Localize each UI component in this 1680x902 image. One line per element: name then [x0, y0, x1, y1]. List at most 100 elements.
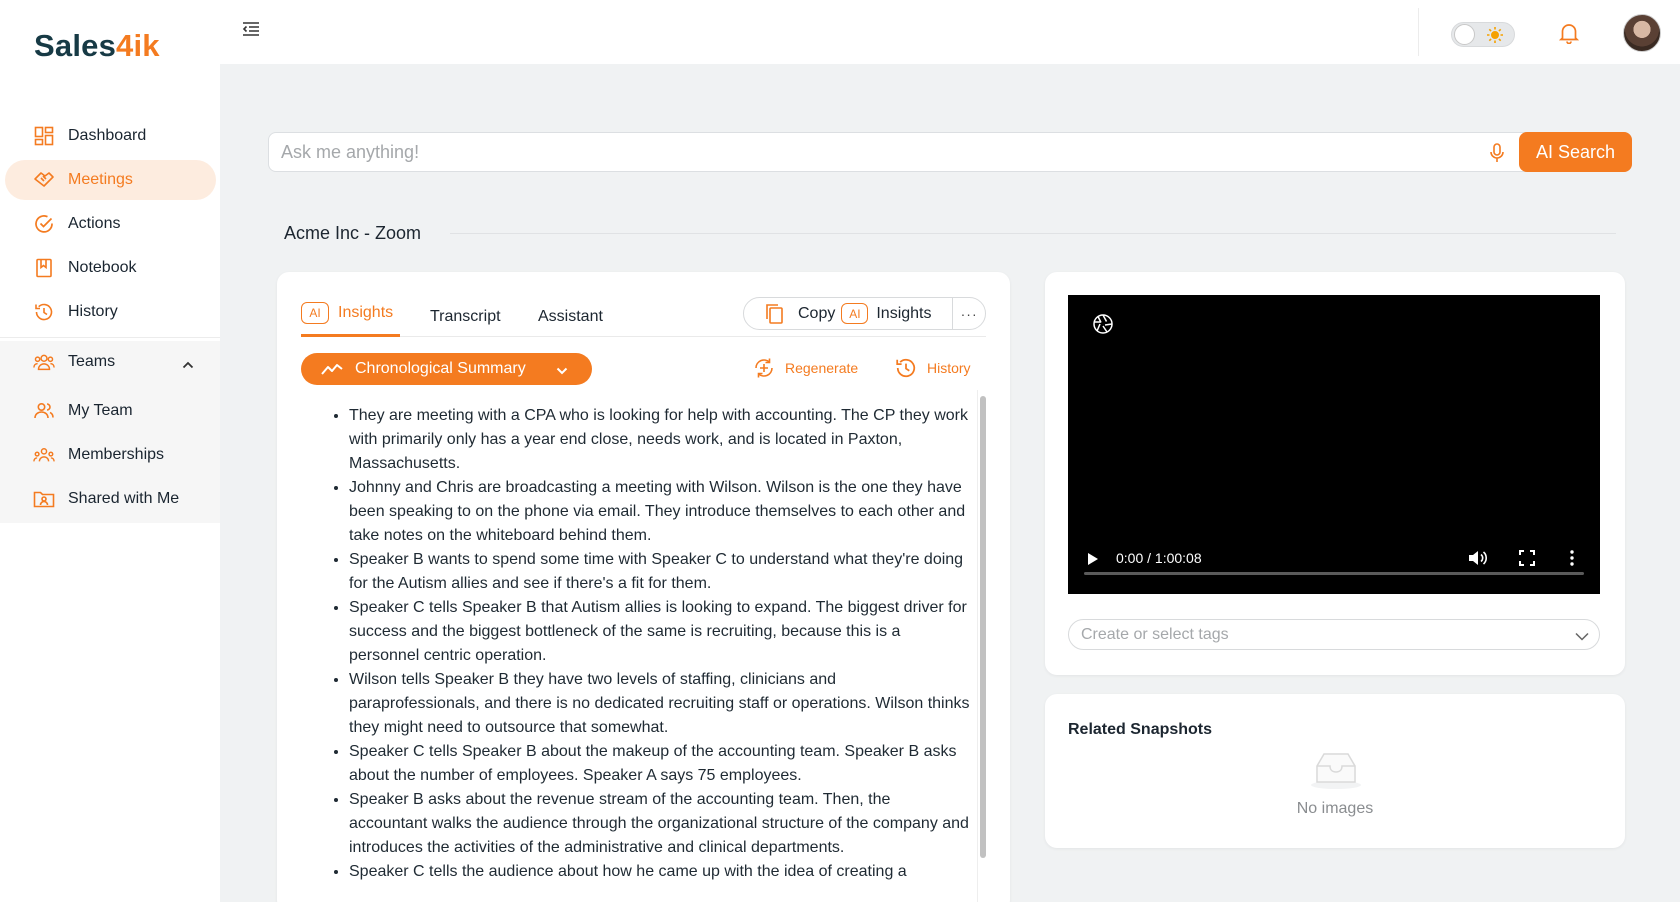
tab-insights[interactable]: AI Insights	[301, 302, 393, 324]
sidebar-divider	[0, 337, 220, 338]
fullscreen-icon[interactable]	[1519, 550, 1535, 571]
shared-folder-icon	[33, 488, 55, 510]
sidebar-item-label: Memberships	[68, 446, 165, 463]
scrollbar[interactable]	[977, 390, 987, 902]
regenerate-label: Regenerate	[785, 360, 859, 376]
ai-badge: AI	[841, 303, 869, 324]
volume-icon[interactable]	[1468, 549, 1488, 572]
sidebar-item-label: My Team	[68, 402, 133, 419]
sun-icon	[1486, 26, 1504, 49]
search-input[interactable]	[281, 133, 1431, 171]
snapshots-title: Related Snapshots	[1068, 721, 1213, 738]
summary-item: Speaker C tells Speaker B about the make…	[349, 740, 971, 788]
topbar-divider	[1418, 8, 1419, 56]
empty-text: No images	[1296, 800, 1374, 817]
logo-text-4ik: 4ik	[116, 28, 160, 63]
video-progress-bar[interactable]	[1084, 572, 1584, 575]
sidebar-item-teams[interactable]: Teams	[5, 342, 216, 382]
sidebar-item-dashboard[interactable]: Dashboard	[5, 116, 216, 156]
video-menu-icon[interactable]	[1570, 550, 1574, 571]
group-icon	[33, 444, 55, 466]
active-tab-indicator	[301, 334, 400, 337]
user-avatar[interactable]	[1623, 14, 1661, 52]
summary-item: They are meeting with a CPA who is looki…	[349, 404, 971, 476]
users-icon	[33, 400, 55, 422]
video-controls: 0:00 / 1:00:08	[1068, 544, 1600, 574]
notebook-icon	[33, 257, 55, 279]
tab-label: Assistant	[538, 308, 603, 325]
sidebar-item-label: Shared with Me	[68, 490, 180, 507]
regenerate-icon	[755, 358, 773, 378]
sidebar-item-label: Meetings	[68, 171, 133, 188]
chevron-down-icon	[1575, 628, 1589, 646]
sidebar-item-history[interactable]: History	[5, 292, 216, 332]
ai-search-bar	[268, 132, 1632, 172]
teams-group: Teams My Team Memberships Shared with Me	[0, 341, 220, 523]
sidebar-item-my-team[interactable]: My Team	[5, 391, 216, 431]
title-divider	[450, 233, 1616, 234]
video-card: 0:00 / 1:00:08 Create or select tags	[1045, 272, 1625, 675]
history-icon	[33, 301, 55, 323]
tags-placeholder: Create or select tags	[1081, 625, 1229, 643]
tab-label: Insights	[338, 304, 394, 321]
sidebar-item-label: Teams	[68, 353, 116, 370]
trend-line-icon	[321, 362, 343, 376]
copy-target-label: Insights	[876, 304, 932, 322]
ai-search-button[interactable]: AI Search	[1519, 132, 1632, 172]
sidebar-item-label: Actions	[68, 215, 121, 232]
play-icon[interactable]	[1087, 552, 1099, 571]
summary-list: They are meeting with a CPA who is looki…	[329, 404, 971, 884]
chevron-down-icon	[556, 362, 568, 380]
summary-type-label: Chronological Summary	[355, 360, 526, 377]
logo-text-sales: Sales	[34, 28, 117, 63]
sidebar-item-notebook[interactable]: Notebook	[5, 248, 216, 288]
more-options-button[interactable]: ···	[953, 298, 985, 329]
summary-item: Speaker C tells the audience about how h…	[349, 860, 971, 884]
sidebar-item-label: Notebook	[68, 259, 137, 276]
tab-label: Transcript	[430, 308, 501, 325]
check-circle-icon	[33, 213, 55, 235]
sidebar-item-label: History	[68, 303, 118, 320]
sidebar: Sales4ik Dashboard Meetings Actions Note…	[0, 0, 220, 902]
toggle-knob	[1454, 24, 1475, 45]
microphone-icon[interactable]	[1490, 143, 1504, 168]
topbar	[220, 0, 1680, 64]
app-logo[interactable]: Sales4ik	[34, 28, 160, 64]
regenerate-button[interactable]: Regenerate	[753, 357, 858, 379]
page-title: Acme Inc - Zoom	[284, 223, 422, 243]
summary-content: They are meeting with a CPA who is looki…	[301, 390, 993, 902]
sidebar-item-label: Dashboard	[68, 127, 147, 144]
summary-item: Wilson tells Speaker B they have two lev…	[349, 668, 971, 740]
insights-card: AI Insights Transcript Assistant Copy AI…	[277, 272, 1010, 902]
theme-toggle[interactable]	[1451, 22, 1515, 47]
summary-item: Johnny and Chris are broadcasting a meet…	[349, 476, 971, 548]
sidebar-item-meetings[interactable]: Meetings	[5, 160, 216, 200]
teams-icon	[33, 351, 55, 373]
tags-select[interactable]: Create or select tags	[1068, 619, 1600, 650]
summary-item: Speaker B wants to spend some time with …	[349, 548, 971, 596]
video-time: 0:00 / 1:00:08	[1116, 550, 1202, 566]
tab-assistant[interactable]: Assistant	[538, 308, 603, 326]
sidebar-item-memberships[interactable]: Memberships	[5, 435, 216, 475]
tab-baseline	[301, 336, 986, 337]
sidebar-item-actions[interactable]: Actions	[5, 204, 216, 244]
sidebar-item-shared-with-me[interactable]: Shared with Me	[5, 479, 216, 519]
summary-history-button[interactable]: History	[895, 357, 971, 379]
empty-inbox-icon	[1309, 750, 1363, 795]
aperture-icon[interactable]	[1092, 313, 1114, 340]
copy-label: Copy	[798, 304, 836, 322]
history-icon	[896, 358, 916, 378]
ai-badge: AI	[301, 302, 329, 324]
summary-type-dropdown[interactable]: Chronological Summary	[301, 353, 592, 385]
copy-insights-button[interactable]: Copy AI Insights	[744, 298, 954, 329]
summary-item: Speaker B asks about the revenue stream …	[349, 788, 971, 860]
copy-button-group: Copy AI Insights ···	[743, 297, 986, 330]
video-player[interactable]: 0:00 / 1:00:08	[1068, 295, 1600, 594]
scrollbar-thumb[interactable]	[980, 396, 986, 858]
related-snapshots-card: Related Snapshots No images	[1045, 694, 1625, 848]
notification-bell-icon[interactable]	[1558, 22, 1580, 49]
copy-icon	[764, 303, 784, 325]
chevron-up-icon[interactable]	[182, 356, 194, 374]
tab-transcript[interactable]: Transcript	[430, 308, 501, 326]
menu-collapse-icon[interactable]	[242, 21, 260, 42]
